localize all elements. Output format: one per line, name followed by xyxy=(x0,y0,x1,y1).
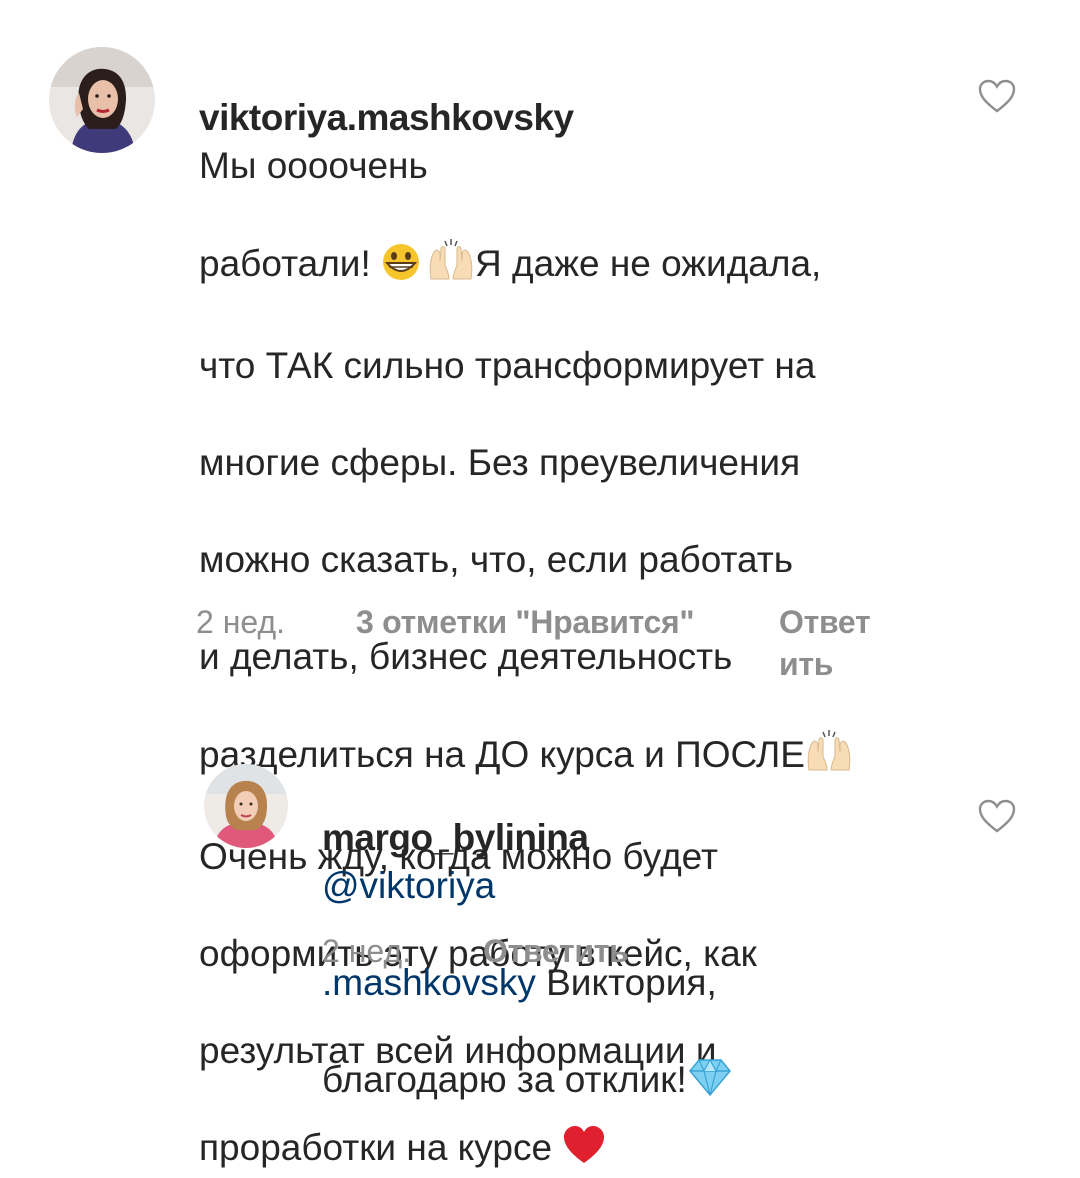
reply-button[interactable]: Ответить xyxy=(483,930,629,972)
comment-text-line: можно сказать, что, если работать xyxy=(199,539,794,580)
comment-text-line: работали! xyxy=(199,243,382,284)
comment-text-line: Я даже не ожидала, xyxy=(475,243,822,284)
comment-username[interactable]: margo_bylinina xyxy=(322,817,589,858)
reply-comment-item: margo_bylinina @viktoriya .mashkovsky Ви… xyxy=(0,700,1080,1100)
comment-text-line: что ТАК сильно трансформирует на xyxy=(199,345,816,386)
comment-text-line: проработки на курсе xyxy=(199,1127,563,1168)
comment-time: 2 нед. xyxy=(196,604,286,640)
comment-item: viktoriya.mashkovsky Мы оооочень работал… xyxy=(0,0,1080,1168)
red-heart-icon xyxy=(562,1125,606,1178)
comment-text-line: Мы оооочень xyxy=(199,145,428,186)
avatar[interactable] xyxy=(49,47,155,153)
reply-label-line: ить xyxy=(779,646,834,682)
comment-time: 2 нед. xyxy=(322,933,412,969)
reply-label-line: Ответ xyxy=(779,604,871,640)
comment-username[interactable]: viktoriya.mashkovsky xyxy=(199,97,574,138)
comment-text-line: благодарю за отклик! xyxy=(322,1059,687,1100)
mention-link[interactable]: @viktoriya xyxy=(322,865,495,906)
gem-stone-icon xyxy=(687,1057,733,1110)
like-button[interactable] xyxy=(977,798,1017,834)
heart-outline-icon xyxy=(978,79,1016,113)
comment-text: margo_bylinina @viktoriya .mashkovsky Ви… xyxy=(322,765,962,1110)
like-button[interactable] xyxy=(977,78,1017,114)
grinning-face-icon xyxy=(381,241,427,294)
reply-button[interactable]: Ответ ить xyxy=(779,601,889,685)
heart-outline-icon xyxy=(978,799,1016,833)
raising-hands-icon xyxy=(427,239,475,294)
avatar[interactable] xyxy=(204,764,288,848)
comment-text-line: многие сферы. Без преувеличения xyxy=(199,442,801,483)
likes-count-button[interactable]: 3 отметки "Нравится" xyxy=(356,601,695,643)
